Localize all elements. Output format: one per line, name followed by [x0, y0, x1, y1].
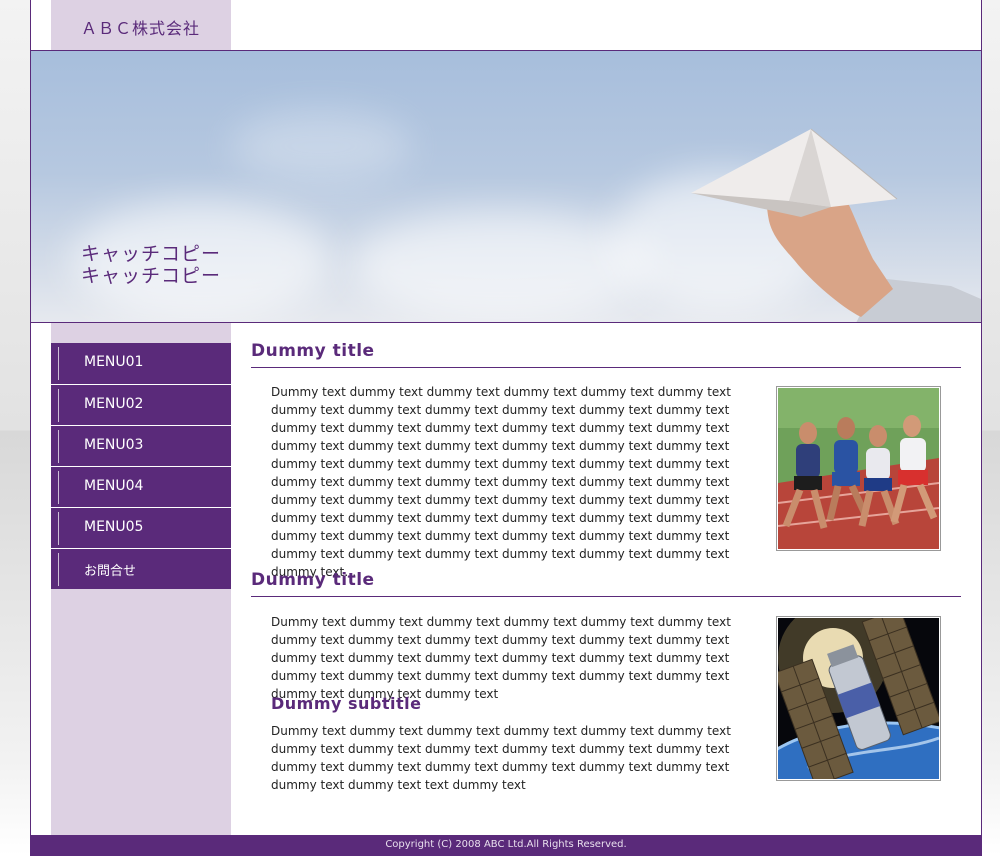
runners-photo	[776, 386, 941, 551]
copyright-text: Copyright (C) 2008 ABC Ltd.All Rights Re…	[385, 839, 627, 850]
sidebar: MENU01 MENU02 MENU03 MENU04 MENU05 お問合せ	[51, 323, 231, 835]
section-paragraph: Dummy text dummy text dummy text dummy t…	[271, 615, 731, 701]
menu-label: お問合せ	[84, 564, 137, 579]
sidebar-item-menu04[interactable]: MENU04	[51, 466, 231, 507]
header: ＡＢＣ株式会社	[31, 0, 981, 51]
section-title: Dummy title	[251, 552, 961, 597]
catch-copy: キャッチコピー キャッチコピー	[81, 243, 221, 287]
paper-plane-hand-image	[691, 128, 981, 322]
cloud-decoration	[231, 111, 411, 181]
menu-label: MENU04	[84, 478, 144, 494]
sidebar-menu: MENU01 MENU02 MENU03 MENU04 MENU05 お問合せ	[51, 343, 231, 589]
section-title: Dummy title	[251, 323, 961, 368]
page-frame: ＡＢＣ株式会社 キャッチコピー キャッチコピー MENU01 MENU02 ME…	[30, 0, 982, 856]
company-name: ＡＢＣ株式会社	[81, 19, 201, 38]
sidebar-item-menu05[interactable]: MENU05	[51, 507, 231, 548]
footer: Copyright (C) 2008 ABC Ltd.All Rights Re…	[31, 835, 981, 856]
catch-copy-line: キャッチコピー	[81, 243, 222, 265]
menu-label: MENU03	[84, 437, 144, 453]
section-subtitle: Dummy subtitle	[271, 694, 422, 713]
catch-copy-line: キャッチコピー	[81, 265, 222, 287]
menu-label: MENU01	[84, 354, 144, 370]
sidebar-item-menu03[interactable]: MENU03	[51, 425, 231, 466]
sidebar-item-menu02[interactable]: MENU02	[51, 384, 231, 425]
menu-label: MENU05	[84, 519, 144, 535]
cloud-decoration	[351, 211, 651, 321]
sidebar-item-menu01[interactable]: MENU01	[51, 343, 231, 384]
menu-label: MENU02	[84, 396, 144, 412]
hero-banner: キャッチコピー キャッチコピー	[31, 51, 981, 323]
company-logo[interactable]: ＡＢＣ株式会社	[51, 0, 231, 50]
sidebar-item-contact[interactable]: お問合せ	[51, 548, 231, 589]
section-paragraph: Dummy text dummy text dummy text dummy t…	[271, 724, 731, 792]
satellite-photo	[776, 616, 941, 781]
